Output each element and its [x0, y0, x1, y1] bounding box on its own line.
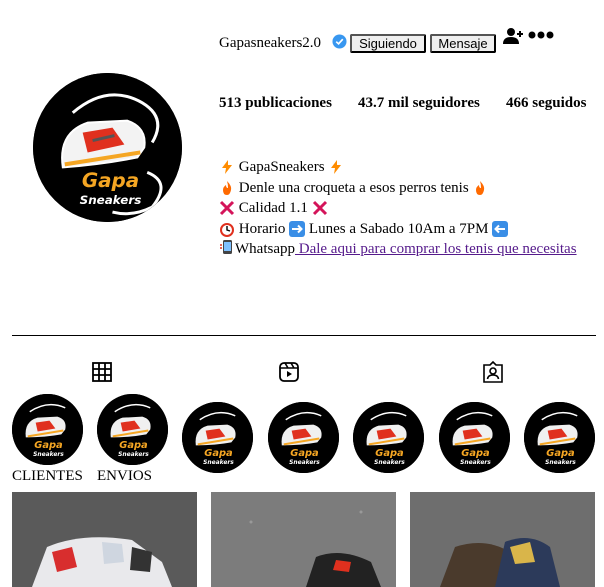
- post-image-2: [211, 492, 396, 587]
- story-highlight[interactable]: Gapa Sneakers: [182, 402, 253, 473]
- bio: GapaSneakers Denle una croqueta a esos p…: [219, 157, 589, 260]
- bio-line-2: Denle una croqueta a esos perros tenis: [219, 178, 589, 199]
- message-button[interactable]: Mensaje: [430, 34, 496, 53]
- story-highlight[interactable]: Gapa Sneakers: [12, 394, 83, 465]
- bio-schedule-label: Horario: [238, 220, 286, 237]
- bio-line-1: GapaSneakers: [219, 157, 589, 178]
- highlight-cover: GapaSneakers: [439, 402, 510, 473]
- cross-mark-icon: [219, 201, 235, 216]
- highlight-brand-subtext: Sneakers: [118, 452, 149, 458]
- post-image-3: [410, 492, 595, 587]
- post-image-1: [12, 492, 197, 587]
- highlight-brand-text: Gapa: [290, 448, 319, 459]
- section-divider: [12, 335, 596, 336]
- highlight-brand-text: Gapa: [204, 448, 233, 459]
- post-thumbnail[interactable]: [410, 492, 595, 587]
- posts-count[interactable]: 513 publicaciones: [219, 95, 332, 112]
- following-count[interactable]: 466 seguidos: [506, 95, 586, 112]
- mobile-phone-icon: [220, 240, 232, 254]
- highlight-brand-subtext: Sneakers: [545, 460, 576, 466]
- highlight-brand-text: Gapa: [375, 448, 404, 459]
- highlight-brand-subtext: Sneakers: [374, 460, 405, 466]
- post-thumbnail[interactable]: [12, 492, 197, 587]
- svg-text:Sneakers: Sneakers: [80, 193, 142, 207]
- highlight-cover: GapaSneakers: [268, 402, 339, 473]
- svg-text:Gapa: Gapa: [82, 169, 139, 192]
- tagged-icon[interactable]: [481, 360, 505, 384]
- highlight-brand-subtext: Sneakers: [460, 460, 491, 466]
- story-highlight[interactable]: Gapa Sneakers: [353, 402, 424, 473]
- following-button[interactable]: Siguiendo: [350, 34, 426, 53]
- bio-whatsapp-link[interactable]: Dale aqui para comprar los tenis que nec…: [295, 241, 577, 257]
- highlight-cover: GapaSneakers: [97, 394, 168, 465]
- verified-badge-icon: [332, 34, 347, 49]
- lightning-icon: [331, 160, 342, 175]
- highlight-cover: GapaSneakers: [524, 402, 595, 473]
- bio-brand: GapaSneakers: [238, 159, 325, 175]
- highlight-brand-subtext: Sneakers: [33, 452, 64, 458]
- lightning-icon: [222, 160, 232, 175]
- profile-avatar[interactable]: Gapa Sneakers: [33, 73, 182, 222]
- post-thumbnail[interactable]: [211, 492, 396, 587]
- bio-quality: Calidad 1.1: [238, 200, 308, 216]
- alarm-clock-icon: [220, 222, 234, 237]
- bio-schedule-hours: Lunes a Sabado 10Am a 7PM: [308, 220, 489, 237]
- grid-icon[interactable]: [90, 360, 114, 384]
- highlight-brand-text: Gapa: [34, 440, 63, 451]
- highlight-brand-text: Gapa: [461, 448, 490, 459]
- fire-icon: [223, 180, 232, 195]
- bio-tagline: Denle una croqueta a esos perros tenis: [238, 179, 469, 196]
- cross-mark-icon: [312, 201, 327, 216]
- bio-line-3: Calidad 1.1: [219, 198, 589, 219]
- highlight-brand-text: Gapa: [119, 440, 148, 451]
- avatar-logo: Gapa Sneakers: [33, 73, 182, 222]
- bio-line-5: Whatsapp Dale aqui para comprar los teni…: [219, 239, 589, 260]
- right-arrow-icon: [289, 220, 306, 237]
- highlight-brand-text: Gapa: [546, 448, 575, 459]
- highlight-cover: GapaSneakers: [182, 402, 253, 473]
- highlight-cover: GapaSneakers: [12, 394, 83, 465]
- fire-icon: [476, 180, 485, 195]
- bio-whatsapp-label: Whatsapp: [235, 241, 295, 257]
- highlight-label: ENVIOS: [97, 468, 152, 484]
- add-user-icon[interactable]: [502, 27, 524, 45]
- username: Gapasneakers2.0: [219, 35, 322, 51]
- highlight-brand-subtext: Sneakers: [203, 460, 234, 466]
- story-highlight[interactable]: Gapa Sneakers: [524, 402, 595, 473]
- followers-count[interactable]: 43.7 mil seguidores: [358, 95, 480, 112]
- story-highlight[interactable]: Gapa Sneakers: [268, 402, 339, 473]
- highlight-cover: GapaSneakers: [353, 402, 424, 473]
- highlight-brand-subtext: Sneakers: [289, 460, 320, 466]
- bio-line-4: Horario Lunes a Sabado 10Am a 7PM: [219, 219, 589, 240]
- story-highlight[interactable]: Gapa Sneakers: [97, 394, 168, 465]
- reels-icon[interactable]: [277, 360, 301, 384]
- story-highlight[interactable]: Gapa Sneakers: [439, 402, 510, 473]
- more-options-icon[interactable]: [528, 29, 554, 41]
- highlight-label: CLIENTES: [12, 468, 83, 484]
- left-arrow-icon: [492, 220, 509, 237]
